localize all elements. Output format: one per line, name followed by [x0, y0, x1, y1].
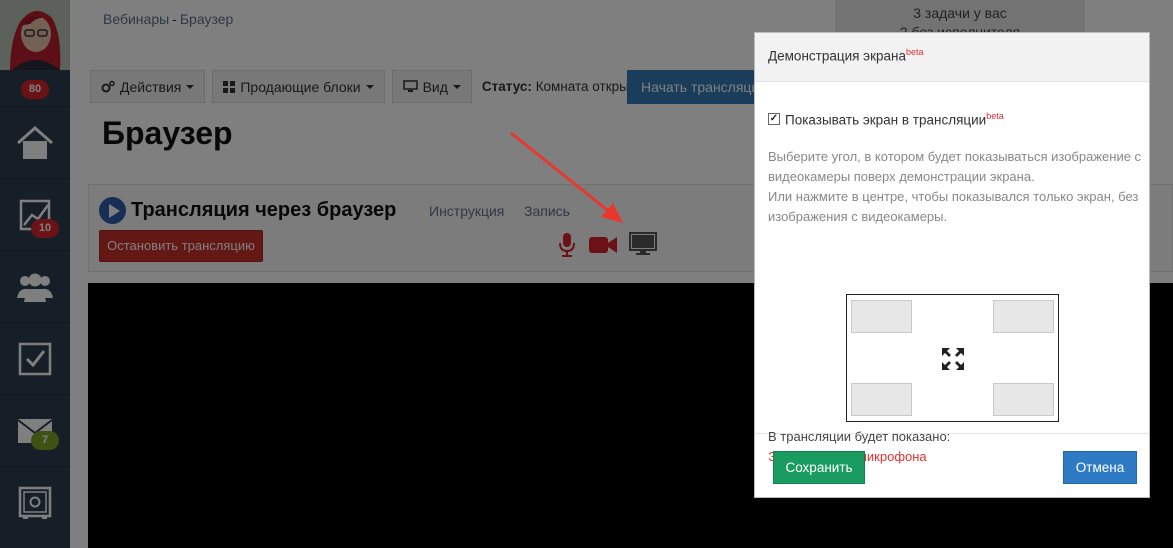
dialog-title: Демонстрация экрана	[768, 48, 906, 64]
corner-top-right[interactable]	[993, 300, 1054, 333]
dialog-header: Демонстрация экранаbeta	[755, 33, 1149, 82]
corner-bottom-left[interactable]	[851, 383, 912, 416]
dialog-title-beta: beta	[905, 47, 924, 57]
save-button[interactable]: Сохранить	[773, 451, 865, 484]
expand-icon[interactable]	[941, 347, 965, 371]
corner-description: Выберите угол, в котором будет показыват…	[768, 147, 1143, 227]
description-line-2: Или нажмите в центре, чтобы показывался …	[768, 189, 1139, 224]
show-screen-option[interactable]: ✓ Показывать экран в трансляцииbeta	[768, 111, 1004, 128]
camera-position-picker	[846, 294, 1059, 422]
annotation-arrow-icon	[510, 131, 623, 223]
dialog-body: ✓ Показывать экран в трансляцииbeta Выбе…	[755, 82, 1149, 464]
show-screen-label: Показывать экран в трансляцииbeta	[785, 111, 1004, 128]
screen-share-dialog: Демонстрация экранаbeta ✓ Показывать экр…	[754, 32, 1150, 498]
description-line-1: Выберите угол, в котором будет показыват…	[768, 149, 1142, 184]
checkbox-beta: beta	[986, 111, 1004, 121]
cancel-button[interactable]: Отмена	[1063, 451, 1137, 484]
corner-top-left[interactable]	[851, 300, 912, 333]
corner-bottom-right[interactable]	[993, 383, 1054, 416]
show-screen-checkbox[interactable]: ✓	[768, 113, 780, 126]
showing-label: В трансляции будет показано:	[768, 429, 951, 444]
